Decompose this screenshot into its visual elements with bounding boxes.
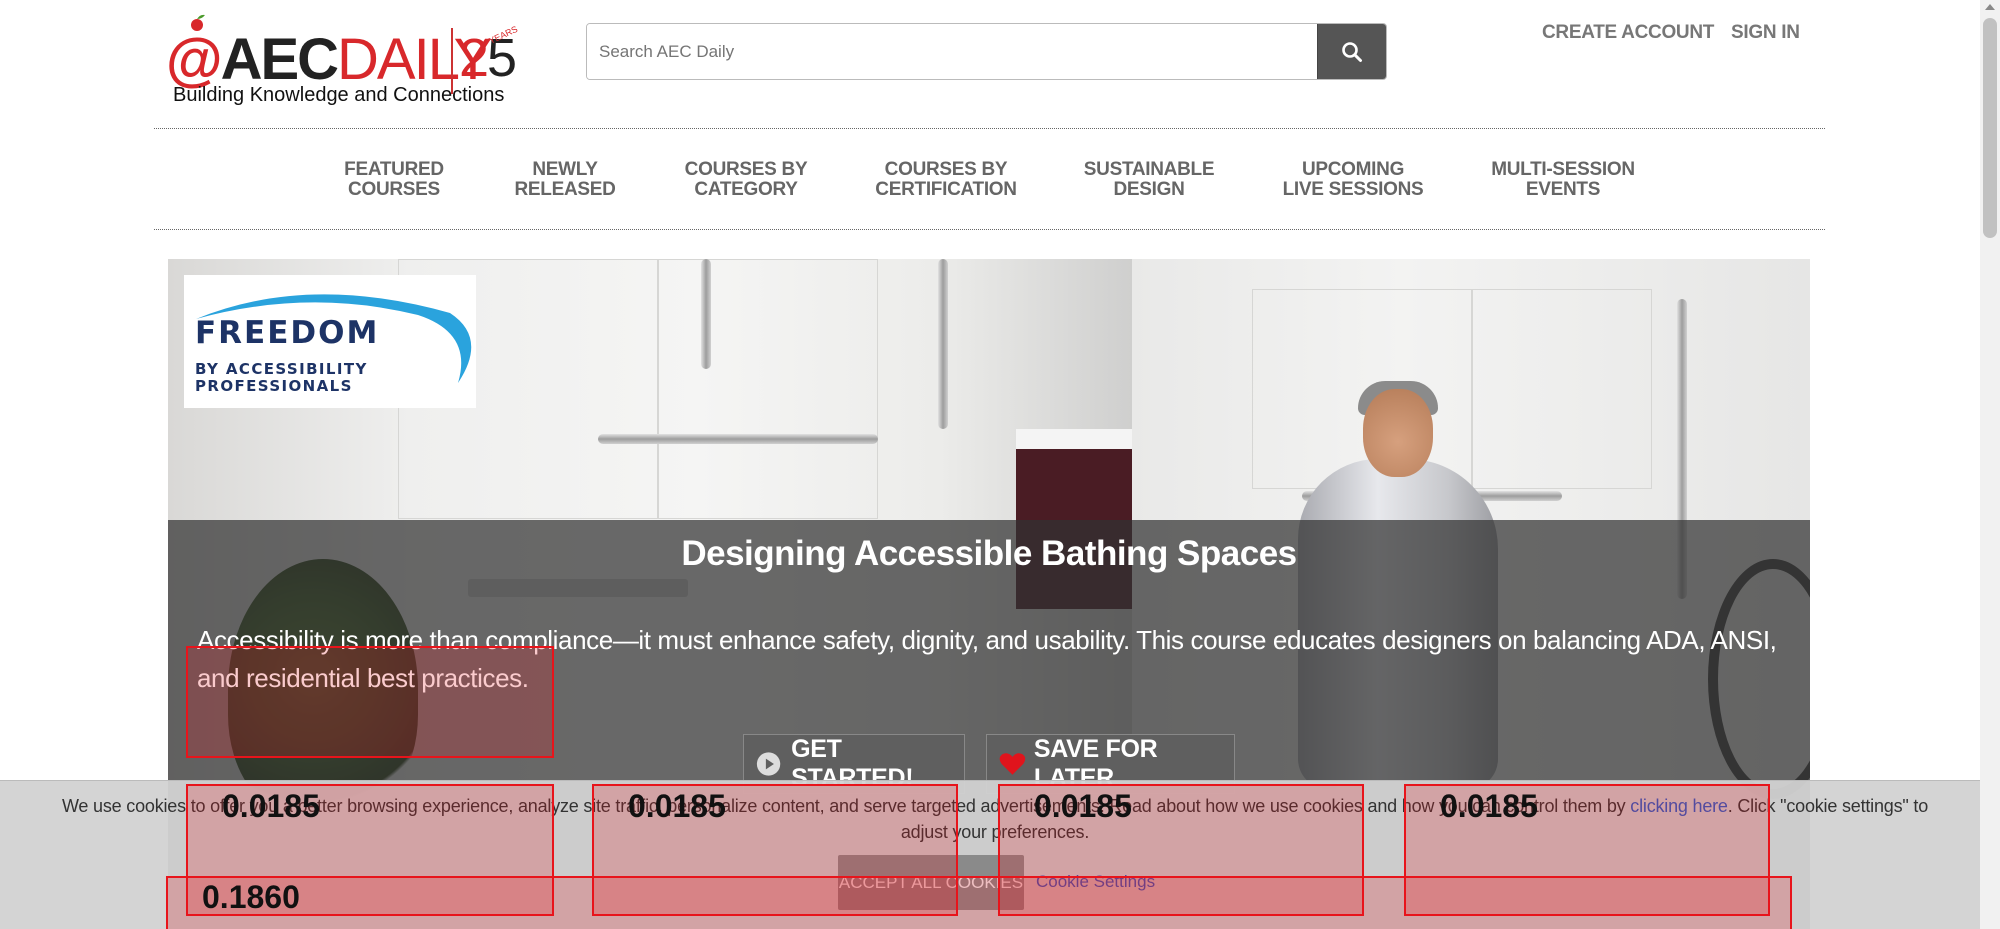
create-account-link[interactable]: CREATE ACCOUNT <box>1542 22 1714 44</box>
scroll-up-icon[interactable] <box>1985 4 1995 10</box>
annotation-value: 0.0185 <box>1034 788 1132 824</box>
grab-bar-vertical <box>938 259 948 429</box>
header-divider <box>154 128 1825 129</box>
search-input[interactable] <box>587 24 1317 79</box>
annotation-box <box>186 646 554 758</box>
sign-in-link[interactable]: SIGN IN <box>1731 22 1800 44</box>
brand-name: FREEDOM <box>195 315 380 351</box>
grab-bar <box>598 434 878 444</box>
nav-sustainable-design[interactable]: SUSTAINABLE DESIGN <box>1084 160 1215 200</box>
shower-rail <box>701 259 711 369</box>
nav-featured-courses[interactable]: FEATURED COURSES <box>344 160 444 200</box>
search-bar <box>586 23 1387 80</box>
annotation-value: 0.0185 <box>222 788 320 824</box>
tagline: Building Knowledge and Connections <box>173 84 505 106</box>
nav-multi-session-events[interactable]: MULTI-SESSION EVENTS <box>1491 160 1635 200</box>
annotation-value: 0.1860 <box>202 879 300 915</box>
course-title[interactable]: Designing Accessible Bathing Spaces <box>168 534 1810 574</box>
scrollbar-thumb[interactable] <box>1983 18 1997 238</box>
brand-sub-line-1: BY ACCESSIBILITY <box>195 360 368 378</box>
annotation-box <box>166 876 1792 929</box>
play-circle-icon <box>756 752 781 776</box>
search-button[interactable] <box>1317 24 1386 79</box>
brand-sub-line-2: PROFESSIONALS <box>195 377 353 395</box>
freedom-brand-logo: FREEDOM BY ACCESSIBILITY PROFESSIONALS <box>184 275 476 408</box>
annotation-value: 0.0185 <box>1440 788 1538 824</box>
main-nav: FEATURED COURSES NEWLY RELEASED COURSES … <box>0 160 2000 200</box>
logo-wordmark: @AECDAILY <box>166 27 492 92</box>
nav-courses-by-category[interactable]: COURSES BY CATEGORY <box>685 160 808 200</box>
heart-icon <box>999 753 1026 775</box>
nav-newly-released[interactable]: NEWLY RELEASED <box>514 160 615 200</box>
nav-courses-by-certification[interactable]: COURSES BY CERTIFICATION <box>875 160 1017 200</box>
nav-divider <box>154 229 1825 230</box>
annotation-value: 0.0185 <box>628 788 726 824</box>
search-icon <box>1342 41 1362 62</box>
nav-upcoming-live-sessions[interactable]: UPCOMING LIVE SESSIONS <box>1283 160 1424 200</box>
